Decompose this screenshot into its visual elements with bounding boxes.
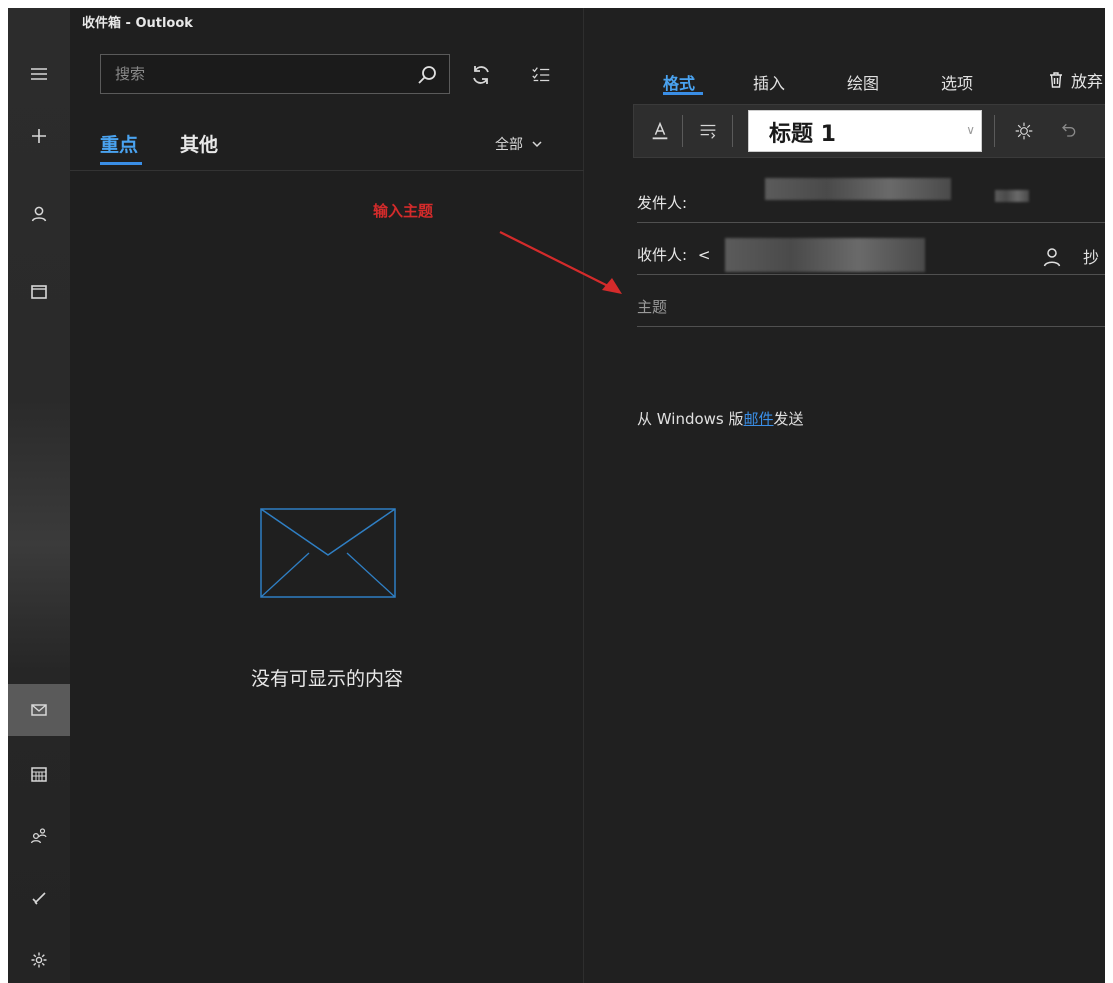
discard-button[interactable]: 放弃: [1047, 68, 1103, 92]
gear-icon: [31, 952, 47, 968]
redacted-sender-extra: [995, 190, 1029, 202]
window-title: 收件箱 - Outlook: [82, 16, 193, 31]
chevron-down-icon: [532, 141, 542, 148]
divider: [637, 326, 1105, 327]
trash-icon: [1050, 72, 1062, 88]
divider: [70, 170, 584, 171]
accounts-button[interactable]: [8, 188, 70, 240]
folder-icon: [31, 285, 47, 299]
hamburger-icon: [31, 68, 47, 80]
add-recipient-button[interactable]: [1041, 246, 1063, 268]
todo-nav-button[interactable]: [8, 872, 70, 924]
subject-input[interactable]: [637, 292, 1097, 322]
signature-link[interactable]: 邮件: [744, 410, 774, 428]
people-icon: [30, 828, 47, 844]
themes-button[interactable]: [1010, 117, 1038, 145]
format-toolbar: 标题 1 ∨: [633, 104, 1105, 158]
undo-icon: [1062, 123, 1076, 137]
style-value: 标题 1: [769, 122, 836, 147]
to-prefix: <: [697, 246, 711, 264]
plus-icon: [32, 129, 46, 143]
search-input[interactable]: [115, 55, 395, 93]
sun-icon: [1015, 122, 1033, 140]
paragraph-format-button[interactable]: [694, 117, 722, 145]
empty-state-text: 没有可显示的内容: [250, 668, 403, 690]
message-list-pane: 收件箱 - Outlook 重点 其他 全部 输入主题 没有可显示的内容: [70, 8, 584, 983]
person-icon: [1043, 248, 1061, 267]
tab-options[interactable]: 选项: [941, 70, 973, 94]
toolbar-separator: [732, 115, 733, 147]
undo-button[interactable]: [1054, 117, 1082, 145]
chevron-down-icon: ∨: [966, 123, 975, 137]
tab-other[interactable]: 其他: [180, 130, 218, 157]
calendar-icon: [31, 767, 47, 782]
style-dropdown[interactable]: 标题 1 ∨: [748, 110, 982, 152]
mail-icon: [31, 704, 47, 716]
compose-pane: 格式 插入 绘图 选项 放弃 标题 1 ∨ 发件人: 收件人: < 抄 主题 从…: [585, 8, 1105, 983]
people-nav-button[interactable]: [8, 810, 70, 862]
active-tab-indicator: [100, 162, 142, 165]
divider: [637, 222, 1105, 223]
new-mail-button[interactable]: [8, 110, 70, 162]
annotation-arrow: [499, 231, 622, 294]
to-label-text: 收件人:: [637, 246, 688, 264]
settings-nav-button[interactable]: [8, 934, 70, 983]
navigation-rail: [8, 8, 70, 983]
hamburger-menu-button[interactable]: [8, 48, 70, 100]
sync-icon: [473, 66, 489, 84]
filter-label: 全部: [495, 137, 523, 153]
selection-mode-button[interactable]: [526, 60, 556, 90]
search-icon: [418, 66, 436, 84]
todo-check-icon: [32, 892, 46, 905]
person-icon: [31, 206, 47, 222]
tab-draw[interactable]: 绘图: [847, 70, 879, 94]
signature-text: 从 Windows 版邮件发送: [637, 408, 804, 429]
font-color-icon: [652, 121, 668, 140]
toolbar-separator: [994, 115, 995, 147]
divider: [637, 274, 1105, 275]
to-label: 收件人: <: [637, 244, 710, 265]
signature-suffix: 发送: [773, 410, 804, 428]
signature-prefix: 从 Windows 版: [637, 410, 744, 428]
discard-label: 放弃: [1071, 72, 1104, 91]
tab-insert[interactable]: 插入: [753, 70, 785, 94]
annotation-label: 输入主题: [373, 202, 434, 220]
cc-button[interactable]: 抄: [1083, 244, 1099, 268]
tab-focused[interactable]: 重点: [100, 130, 138, 157]
tab-format[interactable]: 格式: [663, 70, 695, 94]
toolbar-separator: [682, 115, 683, 147]
calendar-nav-button[interactable]: [8, 748, 70, 800]
outlook-window: 收件箱 - Outlook 重点 其他 全部 输入主题 没有可显示的内容: [8, 8, 1105, 983]
empty-envelope-icon: [260, 508, 396, 598]
mail-nav-button[interactable]: [8, 684, 70, 736]
from-label: 发件人:: [637, 194, 688, 212]
filter-dropdown[interactable]: 全部: [495, 134, 543, 154]
search-box: [100, 54, 450, 94]
active-tab-indicator: [663, 92, 703, 95]
font-color-button[interactable]: [646, 117, 674, 145]
checklist-icon: [532, 67, 550, 82]
sync-button[interactable]: [466, 60, 496, 90]
redacted-sender: [765, 178, 951, 200]
search-button[interactable]: [415, 63, 439, 87]
paragraph-format-icon: [700, 124, 716, 139]
redacted-recipient: [725, 238, 925, 272]
folders-button[interactable]: [8, 266, 70, 318]
